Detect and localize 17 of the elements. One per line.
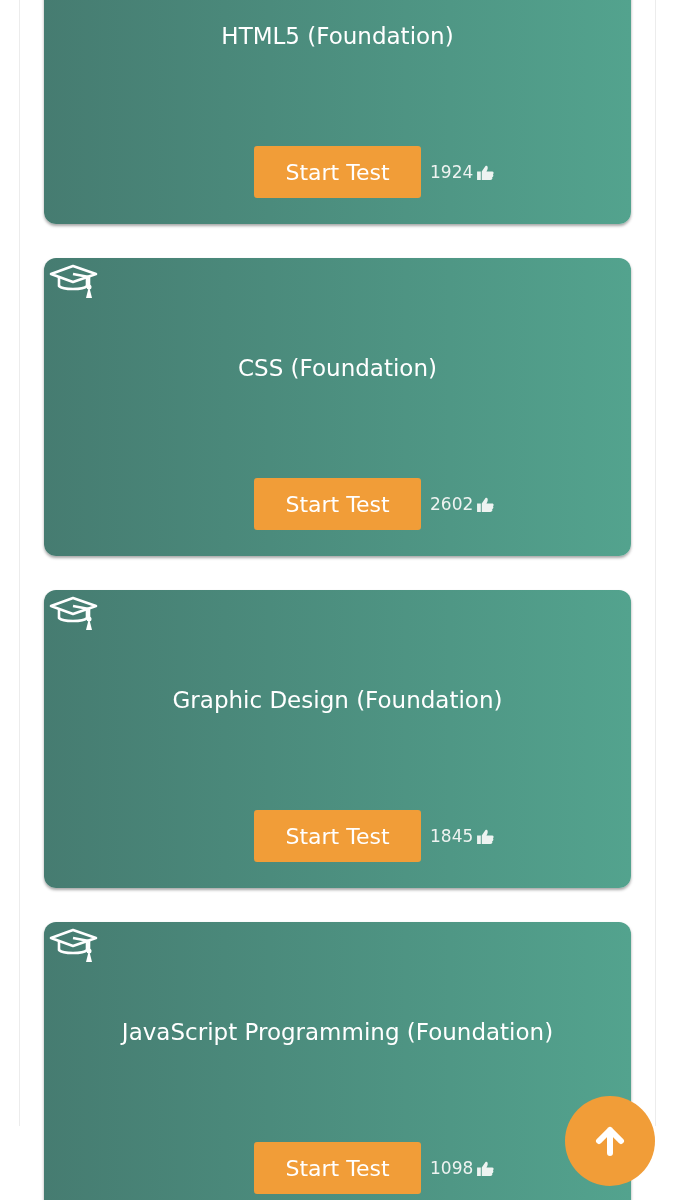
start-test-button[interactable]: Start Test — [254, 810, 421, 862]
start-test-button[interactable]: Start Test — [254, 478, 421, 530]
start-test-button[interactable]: Start Test — [254, 146, 421, 198]
thumbs-up-icon — [477, 828, 495, 844]
up-arrow-icon — [595, 1126, 625, 1156]
course-title: CSS (Foundation) — [237, 354, 438, 383]
course-title: JavaScript Programming (Foundation) — [119, 1018, 555, 1047]
start-test-button[interactable]: Start Test — [254, 1142, 421, 1194]
like-count: 1845 — [430, 826, 474, 846]
course-title: Graphic Design (Foundation) — [171, 686, 504, 715]
thumbs-up-icon — [477, 164, 495, 180]
thumbs-up-icon — [477, 1160, 495, 1176]
like-count: 1924 — [430, 162, 474, 182]
like-count: 1098 — [430, 1158, 474, 1178]
thumbs-up-icon — [477, 496, 495, 512]
course-title: HTML5 (Foundation) — [220, 22, 455, 51]
like-count: 2602 — [430, 494, 474, 514]
